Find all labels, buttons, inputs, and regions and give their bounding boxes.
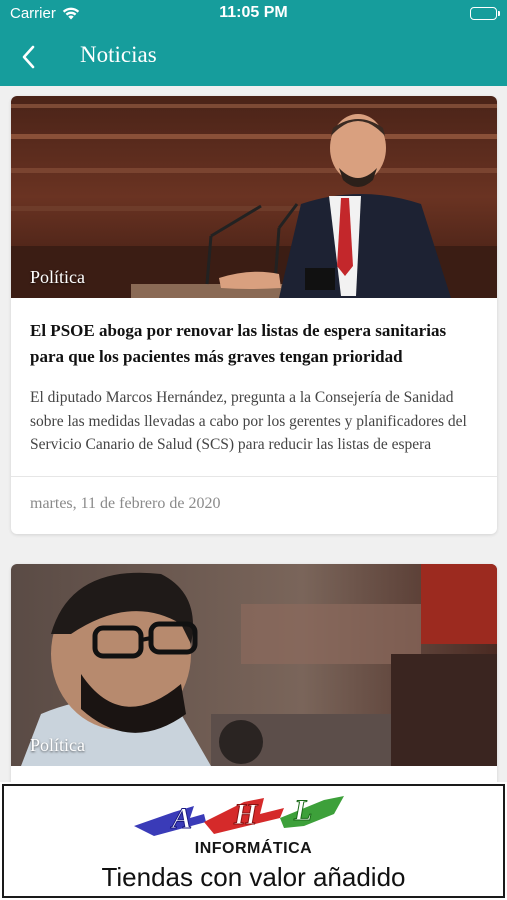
app-header: Carrier 11:05 PM Noticias [0, 0, 507, 86]
news-headline[interactable]: El PSOE aboga por renovar las listas de … [11, 298, 497, 380]
ad-banner[interactable]: A H L INFORMÁTICA Tiendas con valor añad… [0, 782, 507, 900]
svg-text:A: A [170, 802, 192, 835]
category-label: Política [30, 267, 85, 287]
navigation-bar: Noticias [0, 28, 507, 86]
news-photo: Política [11, 96, 497, 298]
news-summary: El diputado Marcos Hernández, pregunta a… [30, 389, 467, 453]
status-bar: Carrier 11:05 PM [0, 0, 507, 28]
news-photo: Política [11, 564, 497, 766]
back-button[interactable] [18, 42, 42, 72]
clock: 11:05 PM [219, 4, 288, 21]
battery-icon [470, 7, 500, 20]
chevron-left-icon [22, 45, 35, 69]
ahl-logo: A H L [134, 792, 344, 847]
news-card[interactable]: Política El PSOE aboga por renovar las l… [11, 96, 497, 534]
news-date: martes, 11 de febrero de 2020 [30, 495, 221, 512]
news-card[interactable]: Política [11, 564, 497, 794]
page-title: Noticias [80, 42, 157, 67]
svg-text:L: L [293, 794, 312, 827]
svg-text:H: H [233, 798, 259, 831]
ad-tagline: Tiendas con valor añadido [101, 862, 406, 892]
category-label: Política [30, 735, 85, 755]
ad-brand: INFORMÁTICA [194, 840, 313, 857]
